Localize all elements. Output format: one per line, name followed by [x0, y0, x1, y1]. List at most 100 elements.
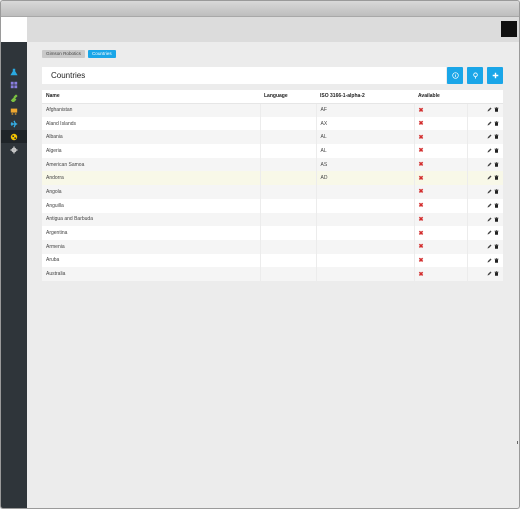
gear-icon	[10, 145, 18, 154]
column-header-language[interactable]: Language	[260, 90, 316, 104]
add-button[interactable]	[487, 67, 503, 84]
table-row[interactable]: American Samoa AS ✖	[42, 157, 503, 172]
cell-name: Angola	[42, 185, 261, 199]
countries-table: Name Language ISO 3166-1-alpha-2 Availab…	[42, 90, 503, 281]
edit-icon[interactable]	[487, 121, 492, 126]
cell-actions	[467, 171, 503, 186]
cell-iso	[316, 253, 415, 268]
edit-icon[interactable]	[487, 203, 492, 208]
cell-name: Argentina	[42, 226, 261, 240]
table-header-row: Name Language ISO 3166-1-alpha-2 Availab…	[42, 90, 503, 104]
cell-iso: AL	[316, 130, 415, 145]
add-icon	[492, 72, 498, 79]
table-row[interactable]: Armenia ✖	[42, 239, 503, 254]
cell-iso: AL	[316, 144, 415, 158]
cell-language	[260, 198, 317, 213]
unavailable-icon: ✖	[418, 134, 424, 141]
cell-iso	[316, 226, 415, 240]
window-titlebar	[1, 1, 519, 17]
location-button[interactable]	[467, 67, 483, 84]
table-row[interactable]: Afghanistan AF ✖	[42, 103, 503, 117]
trash-icon[interactable]	[494, 107, 499, 113]
trash-icon[interactable]	[494, 175, 499, 181]
pin-icon	[472, 72, 478, 79]
unavailable-icon: ✖	[418, 257, 424, 264]
brand-logo-area[interactable]	[1, 17, 27, 42]
edit-icon[interactable]	[487, 258, 492, 263]
edit-icon[interactable]	[487, 107, 492, 112]
cell-actions	[467, 267, 503, 281]
globe-icon	[10, 133, 18, 140]
title-panel: Countries	[42, 67, 446, 84]
edit-icon[interactable]	[487, 230, 492, 235]
unavailable-icon: ✖	[418, 162, 424, 169]
edit-icon[interactable]	[487, 217, 492, 222]
breadcrumb-home[interactable]: Gimson Robotics	[42, 50, 85, 58]
column-header-name[interactable]: Name	[42, 90, 260, 104]
cell-name: Australia	[42, 267, 261, 281]
sidebar-item-travel[interactable]	[1, 117, 27, 130]
flask-icon	[10, 68, 18, 75]
trash-icon[interactable]	[494, 134, 499, 140]
cell-iso: AX	[316, 116, 415, 131]
edit-icon[interactable]	[487, 271, 492, 276]
trash-icon[interactable]	[494, 244, 499, 249]
cell-available: ✖	[414, 185, 468, 199]
trash-icon[interactable]	[494, 216, 499, 222]
cart-icon	[10, 108, 18, 115]
table-row[interactable]: Angola ✖	[42, 185, 503, 199]
trash-icon[interactable]	[494, 148, 499, 153]
user-avatar[interactable]	[501, 21, 517, 37]
cell-name: Algeria	[42, 144, 261, 158]
table-row[interactable]: Antigua and Barbuda ✖	[42, 212, 503, 227]
cell-iso: AS	[316, 157, 415, 172]
info-icon	[451, 72, 459, 79]
table-row[interactable]: Algeria AL ✖	[42, 144, 503, 158]
column-header-iso[interactable]: ISO 3166-1-alpha-2	[316, 90, 414, 104]
trash-icon[interactable]	[494, 120, 499, 126]
edit-icon[interactable]	[487, 175, 492, 180]
table-row[interactable]: Argentina ✖	[42, 226, 503, 240]
table-row[interactable]: Anguilla ✖	[42, 198, 503, 213]
sidebar-item-settings[interactable]	[1, 143, 27, 156]
trash-icon[interactable]	[494, 271, 499, 277]
table-row[interactable]: Andorra AD ✖	[42, 171, 503, 186]
sidebar-item-lab[interactable]	[1, 65, 27, 78]
edit-icon[interactable]	[487, 244, 492, 249]
scroll-marker	[517, 441, 518, 444]
table-row[interactable]: Albania AL ✖	[42, 130, 503, 145]
edit-icon[interactable]	[487, 189, 492, 194]
cell-language	[260, 116, 317, 131]
trash-icon[interactable]	[494, 162, 499, 167]
cell-iso: AD	[316, 171, 415, 186]
cell-actions	[467, 212, 503, 227]
cell-actions	[467, 157, 503, 172]
plane-icon	[10, 120, 18, 127]
table-row[interactable]: Australia ✖	[42, 267, 503, 281]
cell-available: ✖	[414, 253, 468, 268]
sidebar-item-countries[interactable]	[1, 130, 27, 143]
edit-icon[interactable]	[487, 134, 492, 139]
table-row[interactable]: Aruba ✖	[42, 253, 503, 268]
unavailable-icon: ✖	[418, 216, 424, 223]
trash-icon[interactable]	[494, 257, 499, 263]
trash-icon[interactable]	[494, 189, 499, 194]
cell-name: American Samoa	[42, 157, 261, 172]
sidebar-item-dashboard[interactable]	[1, 78, 27, 91]
column-header-available[interactable]: Available	[414, 90, 467, 104]
cell-actions	[467, 226, 503, 240]
cell-name: Antigua and Barbuda	[42, 212, 261, 227]
sidebar-item-store[interactable]	[1, 104, 27, 117]
column-header-actions	[467, 90, 503, 104]
table-row[interactable]: Aland Islands AX ✖	[42, 116, 503, 131]
trash-icon[interactable]	[494, 203, 499, 208]
sidebar-item-plugins[interactable]	[1, 91, 27, 104]
cell-language	[260, 144, 317, 158]
breadcrumb-current[interactable]: Countries	[87, 50, 116, 58]
edit-icon[interactable]	[487, 162, 492, 167]
cell-name: Aland Islands	[42, 116, 261, 131]
edit-icon[interactable]	[487, 148, 492, 153]
info-button[interactable]	[447, 67, 463, 84]
trash-icon[interactable]	[494, 230, 499, 235]
unavailable-icon: ✖	[418, 148, 424, 155]
